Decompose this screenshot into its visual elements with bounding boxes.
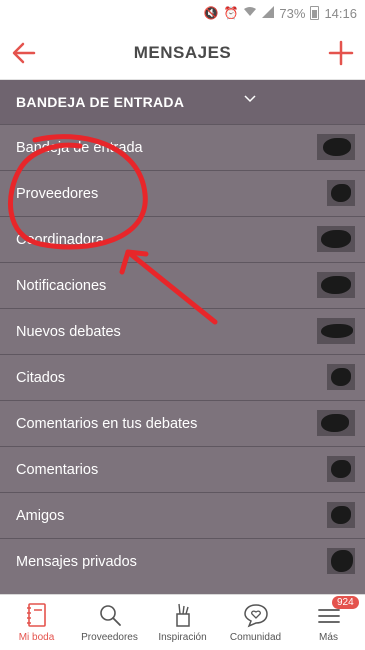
chat-heart-icon xyxy=(243,604,268,628)
folder-label: Bandeja de entrada xyxy=(16,139,143,156)
folder-list: Bandeja de entrada Proveedores Coordinad… xyxy=(0,124,365,594)
inbox-section-header[interactable]: BANDEJA DE ENTRADA xyxy=(0,80,365,124)
chevron-down-icon[interactable] xyxy=(244,94,256,104)
search-icon xyxy=(99,605,121,626)
folder-label: Coordinadora xyxy=(16,231,104,248)
nav-mi-boda[interactable]: Mi boda xyxy=(0,595,73,650)
folder-label: Comentarios xyxy=(16,461,99,478)
redacted-count xyxy=(327,502,355,528)
battery-icon xyxy=(310,6,320,20)
nav-label: Proveedores xyxy=(81,632,138,643)
folder-label: Nuevos debates xyxy=(16,323,121,340)
nav-label: Mi boda xyxy=(18,632,55,643)
folder-item-amigos[interactable]: Amigos xyxy=(0,492,365,538)
battery-percent: 73% xyxy=(279,5,306,21)
arrow-left-icon[interactable] xyxy=(10,39,38,67)
section-title: BANDEJA DE ENTRADA xyxy=(16,94,185,110)
redacted-count xyxy=(327,456,355,482)
page-title: MENSAJES xyxy=(133,42,232,62)
folder-label: Mensajes privados xyxy=(16,553,137,570)
clock: 14:16 xyxy=(324,5,357,21)
redacted-count xyxy=(317,410,355,436)
folder-label: Amigos xyxy=(16,507,65,524)
nav-label: Inspiración xyxy=(158,632,207,643)
folder-label: Proveedores xyxy=(16,185,99,202)
folder-item-comentarios[interactable]: Comentarios xyxy=(0,446,365,492)
redacted-count xyxy=(317,318,355,344)
folder-item-mensajes-privados[interactable]: Mensajes privados xyxy=(0,538,365,584)
nav-mas[interactable]: 924 Más xyxy=(292,595,365,650)
folder-item-citados[interactable]: Citados xyxy=(0,354,365,400)
redacted-count xyxy=(327,180,355,206)
wifi-icon xyxy=(243,6,257,20)
notification-badge: 924 xyxy=(332,596,359,609)
folder-item-notificaciones[interactable]: Notificaciones xyxy=(0,262,365,308)
mute-icon: 🔇 xyxy=(203,6,219,20)
signal-icon xyxy=(262,5,275,21)
nav-label: Comunidad xyxy=(229,632,282,643)
redacted-count xyxy=(327,364,355,390)
nav-proveedores[interactable]: Proveedores xyxy=(73,595,146,650)
nav-label: Más xyxy=(319,632,338,643)
redacted-count xyxy=(317,226,355,252)
folder-item-comentarios-debates[interactable]: Comentarios en tus debates xyxy=(0,400,365,446)
folder-item-nuevos-debates[interactable]: Nuevos debates xyxy=(0,308,365,354)
folder-label: Notificaciones xyxy=(16,277,107,294)
notebook-icon xyxy=(26,603,46,627)
status-bar: 🔇 ⏰ 73% 14:16 xyxy=(0,0,365,26)
pencil-cup-icon xyxy=(175,603,190,627)
nav-comunidad[interactable]: Comunidad xyxy=(219,595,292,650)
alarm-icon: ⏰ xyxy=(223,6,239,20)
redacted-count xyxy=(317,134,355,160)
bottom-nav: Mi boda Proveedores Inspiración Comunida… xyxy=(0,594,365,650)
redacted-count xyxy=(317,272,355,298)
folder-item-coordinadora[interactable]: Coordinadora xyxy=(0,216,365,262)
folder-label: Citados xyxy=(16,369,66,386)
app-header: MENSAJES xyxy=(0,26,365,80)
nav-inspiracion[interactable]: Inspiración xyxy=(146,595,219,650)
folder-label: Comentarios en tus debates xyxy=(16,415,198,432)
folder-item-proveedores[interactable]: Proveedores xyxy=(0,170,365,216)
plus-icon[interactable] xyxy=(327,39,355,67)
redacted-count xyxy=(327,548,355,574)
folder-item-bandeja[interactable]: Bandeja de entrada xyxy=(0,124,365,170)
